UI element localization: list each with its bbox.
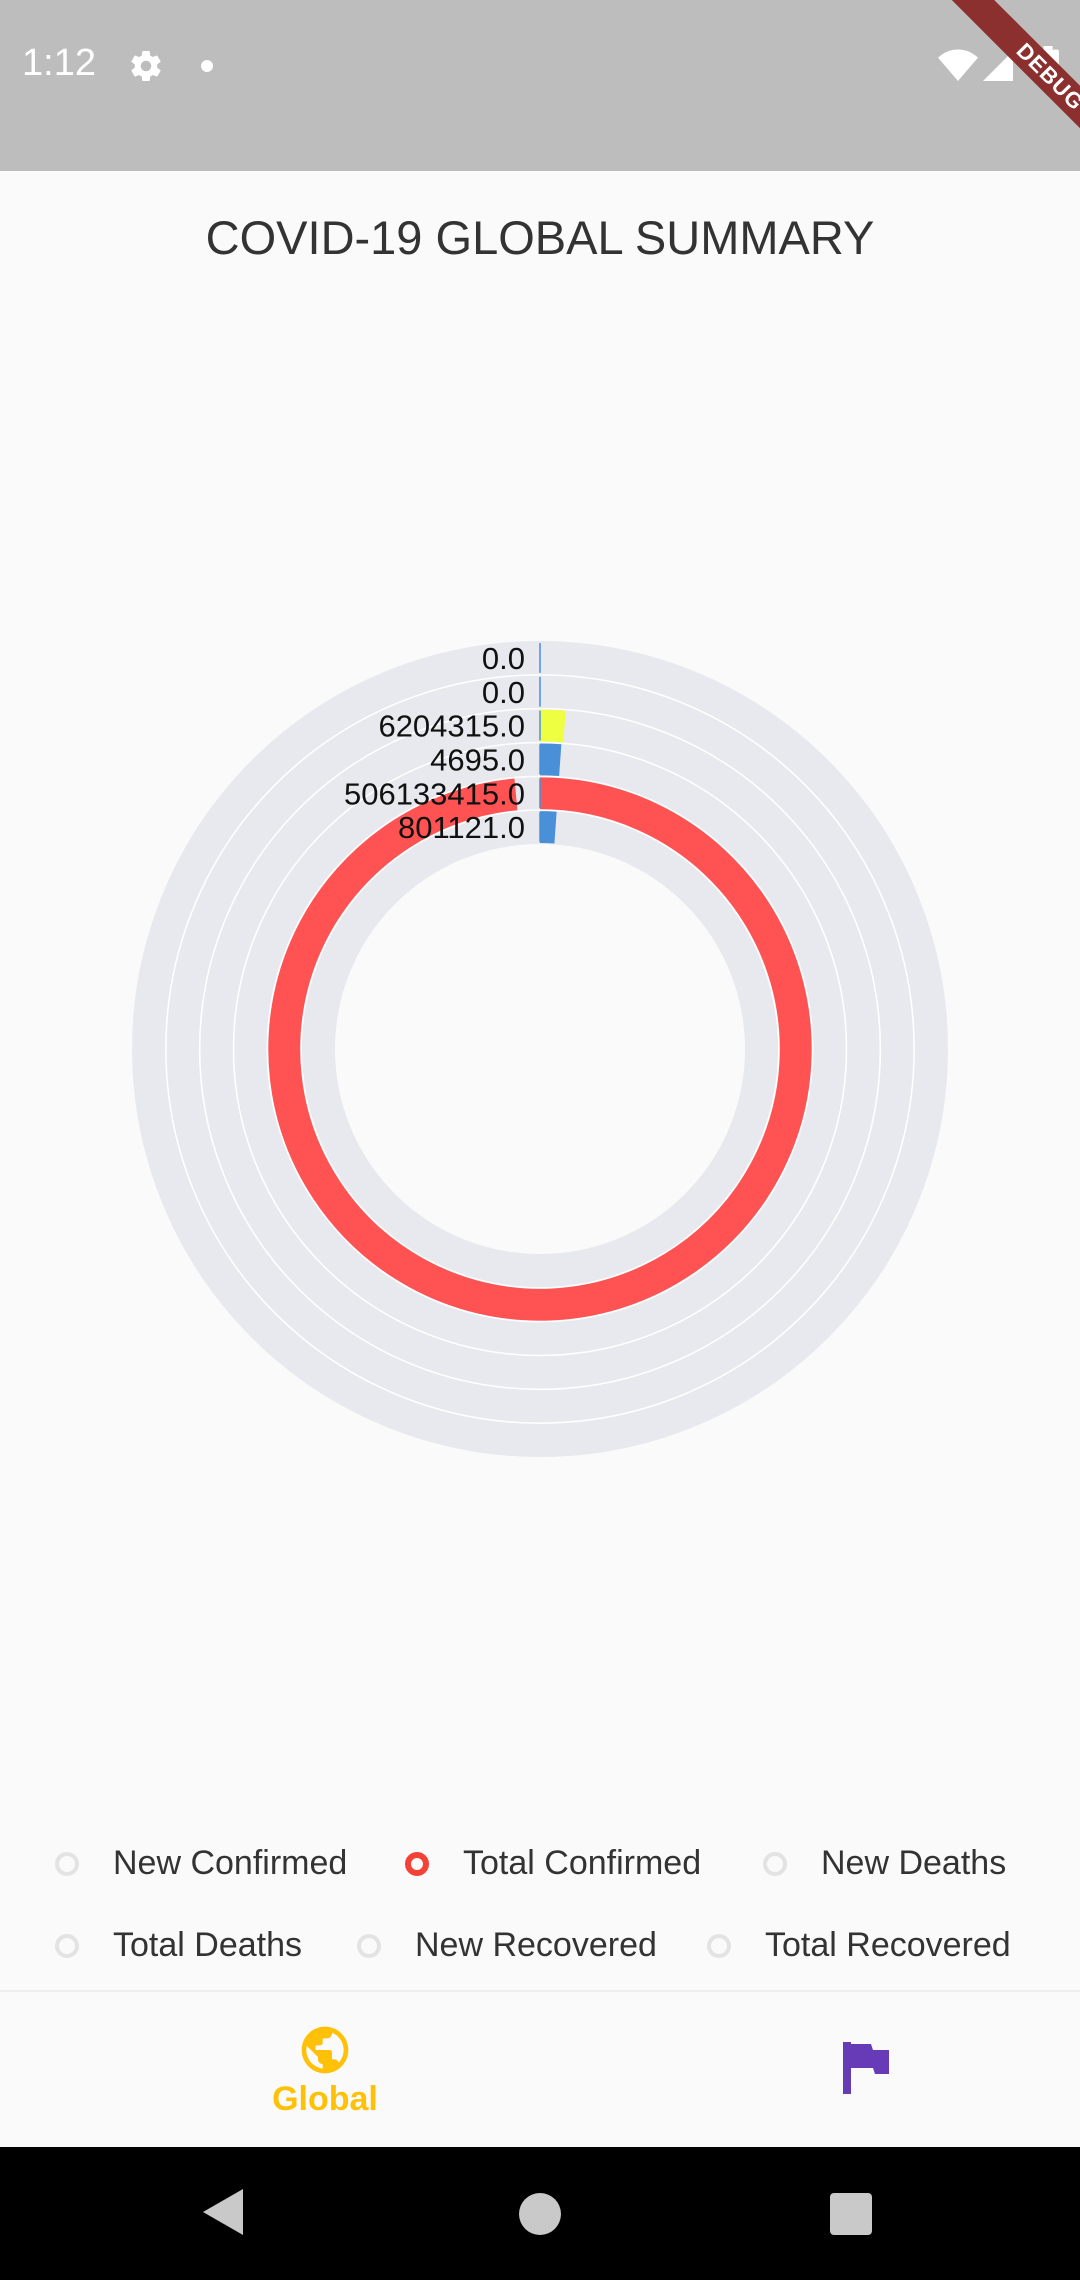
back-icon[interactable] [203, 2189, 243, 2235]
recent-apps-icon[interactable] [830, 2193, 872, 2235]
legend-marker [55, 1933, 79, 1958]
radial-bar-label: 6204315.0 [378, 709, 525, 744]
radial-bar-label: 0.0 [482, 641, 525, 676]
globe-icon [301, 2026, 349, 2074]
system-navigation-bar [0, 2147, 1080, 2280]
legend-label: Total Recovered [765, 1926, 1011, 1964]
legend-item-new-confirmed[interactable]: New Confirmed [55, 1844, 347, 1883]
radial-bar[interactable] [539, 709, 566, 743]
radial-bar-chart: 0.00.06204315.04695.0506133415.0801121.0 [132, 641, 948, 1457]
legend-item-total-recovered[interactable]: Total Recovered [707, 1926, 1011, 1965]
radial-bar[interactable] [539, 743, 562, 777]
radial-bar[interactable] [539, 811, 557, 844]
legend-marker [55, 1851, 79, 1876]
legend-marker [707, 1933, 731, 1958]
radial-bar-label: 4695.0 [430, 742, 525, 777]
chart-legend: New Confirmed Total Confirmed New Deaths… [0, 1824, 1080, 1994]
legend-item-total-deaths[interactable]: Total Deaths [55, 1926, 302, 1965]
flag-icon[interactable] [843, 2042, 889, 2094]
legend-item-new-recovered[interactable]: New Recovered [357, 1926, 657, 1965]
notification-dot-icon [201, 60, 213, 72]
nav-tab-global[interactable]: Global [260, 2022, 390, 2132]
legend-label: New Recovered [415, 1926, 657, 1964]
bottom-navigation: Global [0, 1990, 1080, 2147]
legend-label: Total Confirmed [463, 1844, 702, 1882]
legend-marker [357, 1933, 381, 1958]
legend-label: Total Deaths [113, 1926, 302, 1964]
legend-marker [763, 1851, 787, 1876]
nav-tab-global-label: Global [272, 2080, 378, 2118]
home-icon[interactable] [519, 2193, 561, 2235]
legend-item-total-confirmed[interactable]: Total Confirmed [405, 1844, 701, 1883]
legend-label: New Confirmed [113, 1844, 348, 1882]
wifi-icon [938, 49, 978, 81]
status-bar: 1:12 DEBUG [0, 0, 1080, 171]
radial-bar-label: 801121.0 [398, 810, 525, 845]
radial-bar-label: 506133415.0 [344, 776, 525, 811]
debug-ribbon: DEBUG [947, 0, 1080, 171]
radial-bar-label: 0.0 [482, 675, 525, 710]
legend-item-new-deaths[interactable]: New Deaths [763, 1844, 1006, 1883]
gear-icon [131, 51, 161, 82]
radial-bar[interactable] [268, 777, 812, 1321]
legend-label: New Deaths [821, 1844, 1007, 1882]
legend-marker [405, 1851, 429, 1876]
status-time: 1:12 [22, 42, 96, 84]
